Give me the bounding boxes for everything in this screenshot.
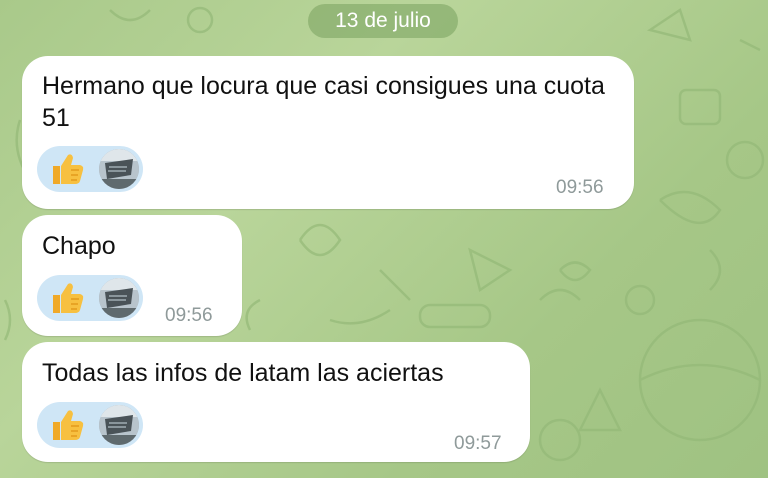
message-text: Todas las infos de latam las aciertas [42, 359, 444, 387]
message-timestamp: 09:57 [454, 433, 502, 454]
reaction-pill[interactable] [37, 146, 143, 192]
thumbs-up-icon [53, 154, 84, 184]
message-timestamp: 09:56 [556, 177, 604, 198]
reaction-pill[interactable] [37, 402, 143, 448]
message-timestamp: 09:56 [165, 305, 213, 326]
date-separator: 13 de julio [308, 4, 458, 38]
reactor-avatar [99, 278, 139, 318]
thumbs-up-icon [53, 283, 84, 313]
reactor-avatar [99, 405, 139, 445]
message-text: Chapo [42, 232, 116, 260]
thumbs-up-icon [53, 410, 84, 440]
message-bubble[interactable]: Todas las infos de latam las aciertas 09… [22, 342, 530, 462]
message-bubble[interactable]: Hermano que locura que casi consigues un… [22, 56, 634, 209]
reaction-pill[interactable] [37, 275, 143, 321]
reactor-avatar [99, 149, 139, 189]
message-text: Hermano que locura que casi consigues un… [42, 72, 612, 132]
message-bubble[interactable]: Chapo 09:56 [22, 215, 242, 336]
